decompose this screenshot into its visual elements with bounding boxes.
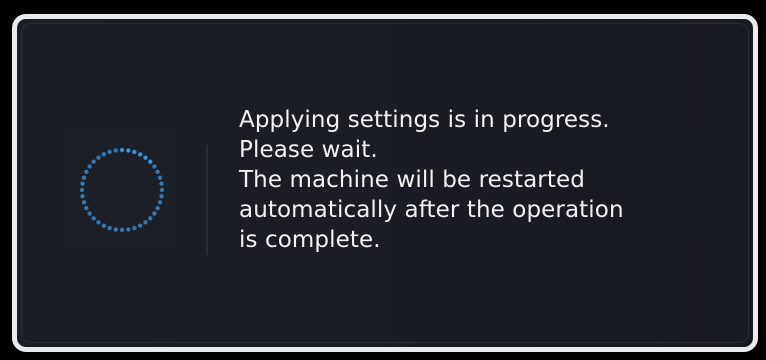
spinner-dot bbox=[157, 200, 163, 205]
spinner-dot bbox=[87, 164, 92, 169]
spinner-dot bbox=[148, 159, 153, 164]
spinner-dot bbox=[101, 223, 107, 228]
spinner-dot bbox=[79, 187, 85, 193]
progress-dialog: Applying settings is in progress. Please… bbox=[12, 14, 758, 352]
spinner-dot bbox=[81, 175, 87, 180]
spinner-dot bbox=[157, 175, 163, 180]
spinner-dot bbox=[132, 149, 137, 155]
spinner-dot bbox=[101, 152, 107, 157]
spinner-dot bbox=[81, 200, 87, 205]
spinner-dot bbox=[159, 181, 164, 186]
spinner-dot bbox=[84, 205, 89, 211]
spinner-dot bbox=[91, 216, 96, 221]
message-line: Please wait. bbox=[239, 137, 378, 163]
spinner-dot bbox=[132, 225, 137, 231]
spinner-dot bbox=[87, 211, 92, 216]
spinner-dot bbox=[126, 227, 131, 232]
spinner-dot bbox=[152, 211, 157, 216]
spinner-dot bbox=[159, 187, 165, 193]
spinner-dot bbox=[155, 169, 160, 175]
spinner-dot bbox=[91, 159, 96, 164]
spinner-dot bbox=[143, 220, 148, 225]
spinner-dot bbox=[107, 225, 112, 231]
message-line: The machine will be restarted bbox=[239, 167, 585, 193]
spinner-dot bbox=[155, 205, 160, 211]
spinner-dot bbox=[107, 149, 112, 155]
spinner-dot bbox=[96, 220, 101, 225]
screen: Applying settings is in progress. Please… bbox=[0, 0, 766, 360]
message-line: is complete. bbox=[239, 227, 381, 253]
dialog-divider bbox=[206, 145, 208, 255]
spinner-dot bbox=[119, 147, 125, 153]
loading-spinner-container bbox=[64, 129, 178, 247]
spinner-dot bbox=[152, 164, 157, 169]
spinner-dot bbox=[84, 169, 89, 175]
spinner-dot bbox=[113, 148, 118, 153]
spinner-dot bbox=[159, 194, 164, 199]
spinner-dot bbox=[80, 194, 85, 199]
spinner-dot bbox=[143, 155, 148, 160]
spinner-dot bbox=[80, 181, 85, 186]
loading-spinner-icon bbox=[79, 147, 165, 233]
spinner-dot bbox=[113, 227, 118, 232]
message-line: automatically after the operation bbox=[239, 197, 624, 223]
spinner-dot bbox=[119, 227, 125, 233]
spinner-dot bbox=[137, 223, 143, 228]
spinner-dot bbox=[148, 216, 153, 221]
spinner-dot bbox=[137, 152, 143, 157]
message-line: Applying settings is in progress. bbox=[239, 107, 610, 133]
progress-message: Applying settings is in progress. Please… bbox=[239, 105, 739, 255]
spinner-dot bbox=[96, 155, 101, 160]
spinner-dot bbox=[126, 148, 131, 153]
